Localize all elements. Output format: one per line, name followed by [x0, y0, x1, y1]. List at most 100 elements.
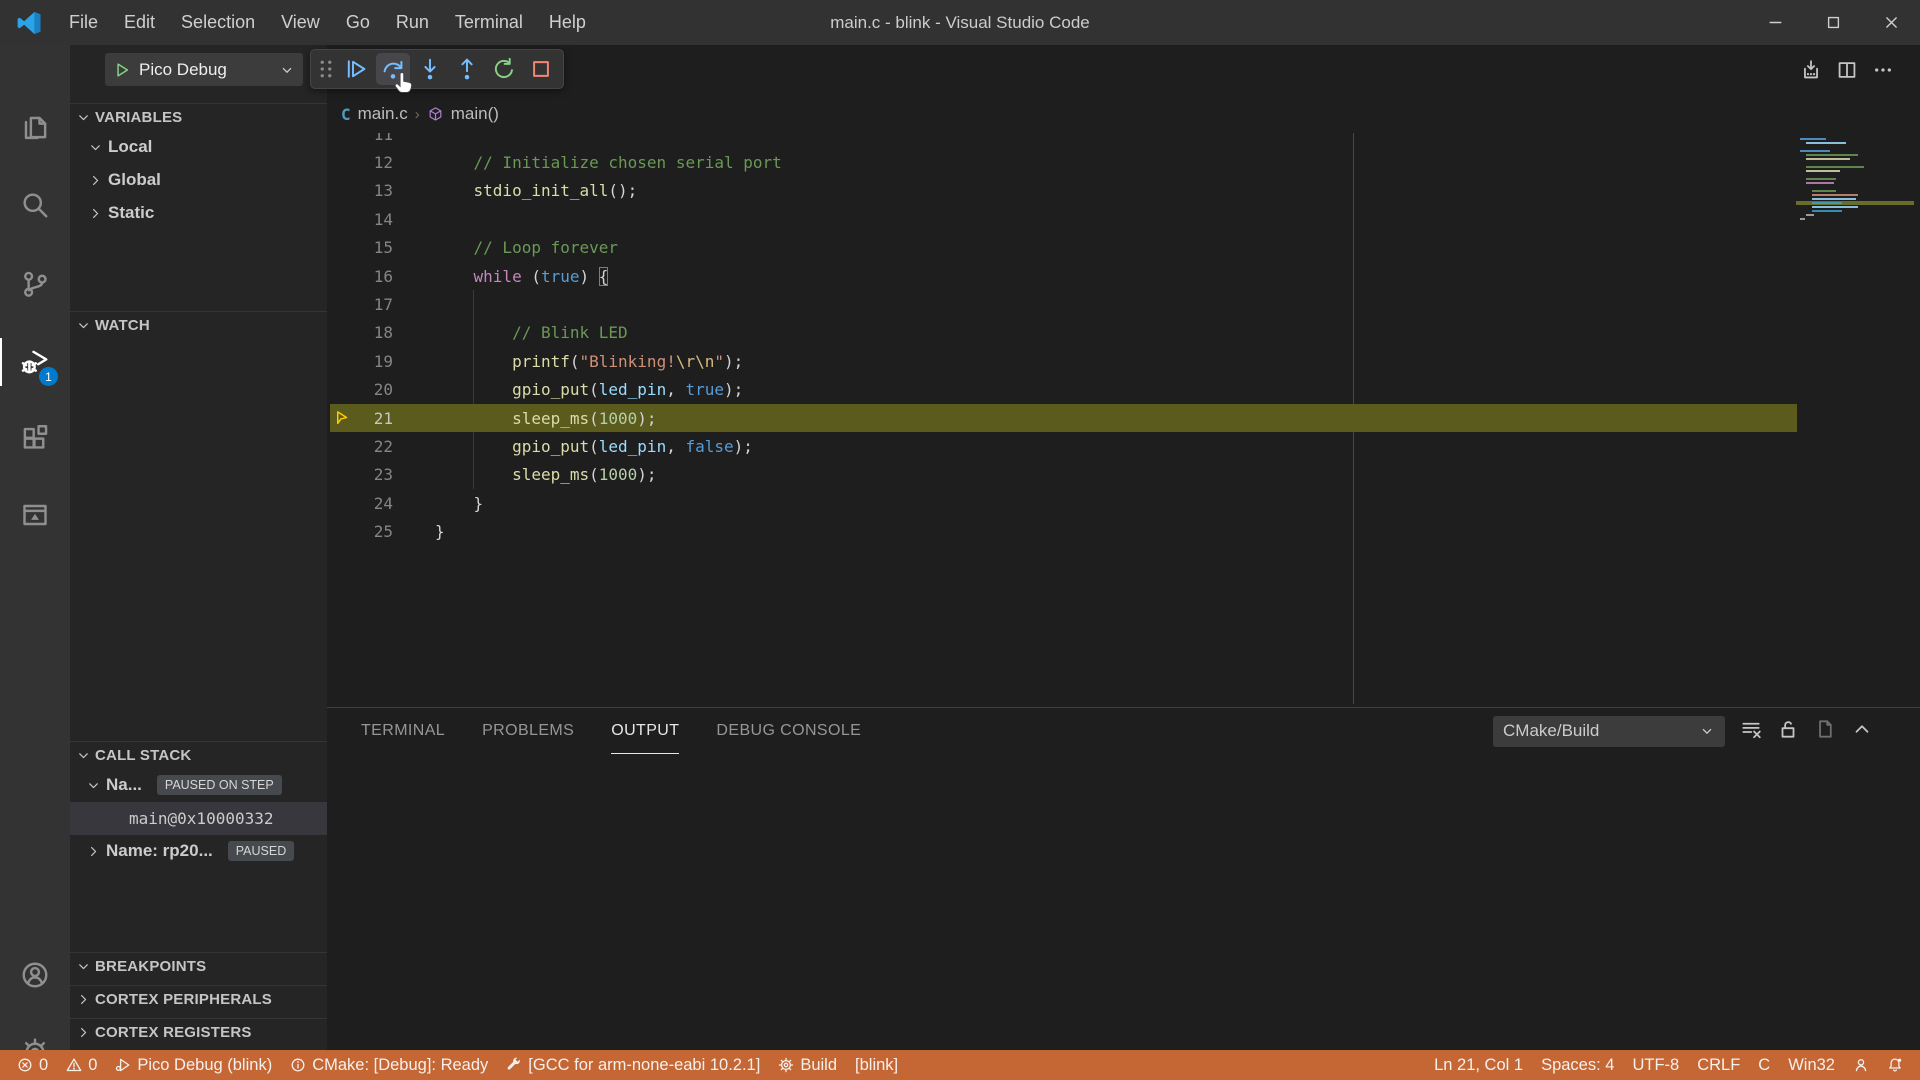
toolbar-drag-handle[interactable] [316, 53, 336, 85]
code-line-13[interactable]: 13 stdio_init_all(); [327, 177, 1920, 205]
gutter-margin[interactable] [327, 432, 357, 460]
code-line-16[interactable]: 16 while (true) { [327, 262, 1920, 290]
gutter-margin[interactable] [327, 290, 357, 318]
close-panel-button[interactable] [1888, 718, 1910, 745]
gutter-margin[interactable] [327, 319, 357, 347]
stop-button[interactable] [524, 53, 558, 85]
menu-item-terminal[interactable]: Terminal [442, 12, 536, 33]
status-item-cmake-status[interactable]: CMake: [Debug]: Ready [281, 1050, 497, 1080]
step-into-button[interactable] [413, 53, 447, 85]
status-item-language-mode[interactable]: C [1749, 1050, 1779, 1080]
code-line-15[interactable]: 15 // Loop forever [327, 234, 1920, 262]
call-stack-row-1[interactable]: main@0x10000332 [70, 802, 327, 835]
gutter-margin[interactable] [327, 461, 357, 489]
status-item-cmake-target[interactable]: [blink] [846, 1050, 907, 1080]
panel-tab-problems[interactable]: PROBLEMS [482, 708, 574, 754]
menu-item-edit[interactable]: Edit [111, 12, 168, 33]
code-line-17[interactable]: 17 [327, 290, 1920, 318]
gutter-margin[interactable] [327, 205, 357, 233]
output-content[interactable] [327, 755, 1920, 1050]
status-item-indentation[interactable]: Spaces: 4 [1532, 1050, 1623, 1080]
code-line-24[interactable]: 24 } [327, 489, 1920, 517]
gutter-margin[interactable] [327, 177, 357, 205]
status-item-notifications[interactable] [1878, 1050, 1912, 1080]
menu-item-file[interactable]: File [56, 12, 111, 33]
panel-tab-terminal[interactable]: TERMINAL [361, 708, 445, 754]
gutter-margin[interactable] [327, 347, 357, 375]
split-editor-button[interactable] [1836, 59, 1858, 86]
step-over-button[interactable] [376, 53, 410, 85]
status-item-errors[interactable]: 0 [8, 1050, 57, 1080]
code-line-20[interactable]: 20 gpio_put(led_pin, true); [327, 376, 1920, 404]
status-item-cursor-position[interactable]: Ln 21, Col 1 [1425, 1050, 1532, 1080]
section-header-call-stack[interactable]: CALL STACK [70, 741, 327, 768]
activity-item-extensions[interactable] [0, 415, 70, 463]
output-channel-dropdown[interactable]: CMake/Build [1493, 716, 1725, 747]
menu-item-run[interactable]: Run [383, 12, 442, 33]
launch-config-dropdown[interactable]: Pico Debug [105, 53, 303, 86]
code-line-23[interactable]: 23 sleep_ms(1000); [327, 461, 1920, 489]
code-line-19[interactable]: 19 printf("Blinking!\r\n"); [327, 347, 1920, 375]
code-line-14[interactable]: 14 [327, 205, 1920, 233]
gutter-margin[interactable] [327, 489, 357, 517]
clear-output-button[interactable] [1740, 718, 1762, 745]
maximize-button[interactable] [1804, 0, 1862, 45]
variables-scope-static[interactable]: Static [70, 197, 327, 230]
gutter-margin[interactable] [327, 148, 357, 176]
feedback-icon [1853, 1057, 1869, 1073]
section-header-breakpoints[interactable]: BREAKPOINTS [70, 952, 327, 979]
code-editor[interactable]: 1112 // Initialize chosen serial port13 … [327, 120, 1920, 705]
code-line-25[interactable]: 25} [327, 518, 1920, 546]
restart-button[interactable] [487, 53, 521, 85]
gutter-margin[interactable] [327, 262, 357, 290]
continue-button[interactable] [339, 53, 373, 85]
status-item-pico-debug[interactable]: Pico Debug (blink) [106, 1050, 281, 1080]
breadcrumb-symbol[interactable]: main() [451, 104, 499, 124]
section-header-cortex-registers[interactable]: CORTEX REGISTERS [70, 1018, 327, 1045]
maximize-panel-button[interactable] [1851, 718, 1873, 745]
status-item-cmake-kit[interactable]: [GCC for arm-none-eabi 10.2.1] [497, 1050, 769, 1080]
panel-tab-output[interactable]: OUTPUT [611, 708, 679, 754]
run-project-button[interactable] [1800, 59, 1822, 86]
gutter-margin[interactable] [327, 404, 357, 432]
activity-item-account[interactable] [0, 951, 70, 999]
gutter-margin[interactable] [327, 376, 357, 404]
code-line-18[interactable]: 18 // Blink LED [327, 319, 1920, 347]
more-actions-button[interactable] [1872, 59, 1894, 86]
section-header-cortex-peripherals[interactable]: CORTEX PERIPHERALS [70, 985, 327, 1012]
call-stack-row-2[interactable]: Name: rp20...PAUSED [70, 835, 327, 868]
start-debug-icon[interactable] [113, 61, 131, 79]
section-header-watch[interactable]: WATCH [70, 311, 327, 338]
code-line-22[interactable]: 22 gpio_put(led_pin, false); [327, 432, 1920, 460]
menu-item-go[interactable]: Go [333, 12, 383, 33]
activity-item-run-and-debug[interactable]: 1 [0, 338, 70, 386]
call-stack-row-0[interactable]: Na...PAUSED ON STEP [70, 769, 327, 802]
status-item-encoding[interactable]: UTF-8 [1623, 1050, 1688, 1080]
status-item-cmake-build[interactable]: Build [769, 1050, 846, 1080]
section-header-variables[interactable]: VARIABLES [70, 103, 327, 130]
breadcrumb-file[interactable]: main.c [358, 104, 408, 124]
status-item-feedback[interactable] [1844, 1050, 1878, 1080]
menu-item-view[interactable]: View [268, 12, 333, 33]
variables-scope-global[interactable]: Global [70, 164, 327, 197]
minimize-button[interactable] [1746, 0, 1804, 45]
gutter-margin[interactable] [327, 234, 357, 262]
menu-item-selection[interactable]: Selection [168, 12, 268, 33]
open-output-in-editor-button[interactable] [1814, 718, 1836, 745]
status-item-warnings[interactable]: 0 [57, 1050, 106, 1080]
code-line-12[interactable]: 12 // Initialize chosen serial port [327, 148, 1920, 176]
step-out-button[interactable] [450, 53, 484, 85]
status-item-eol[interactable]: CRLF [1688, 1050, 1749, 1080]
status-item-platform[interactable]: Win32 [1779, 1050, 1844, 1080]
activity-item-source-control[interactable] [0, 260, 70, 308]
activity-item-search[interactable] [0, 181, 70, 229]
menu-item-help[interactable]: Help [536, 12, 599, 33]
gutter-margin[interactable] [327, 518, 357, 546]
variables-scope-local[interactable]: Local [70, 131, 327, 164]
panel-tab-debug-console[interactable]: DEBUG CONSOLE [716, 708, 861, 754]
close-window-button[interactable] [1862, 0, 1920, 45]
activity-item-pico-project[interactable] [0, 491, 70, 539]
unlock-button[interactable] [1777, 718, 1799, 745]
activity-item-explorer[interactable] [0, 103, 70, 151]
code-line-21[interactable]: 21 sleep_ms(1000); [327, 404, 1920, 432]
